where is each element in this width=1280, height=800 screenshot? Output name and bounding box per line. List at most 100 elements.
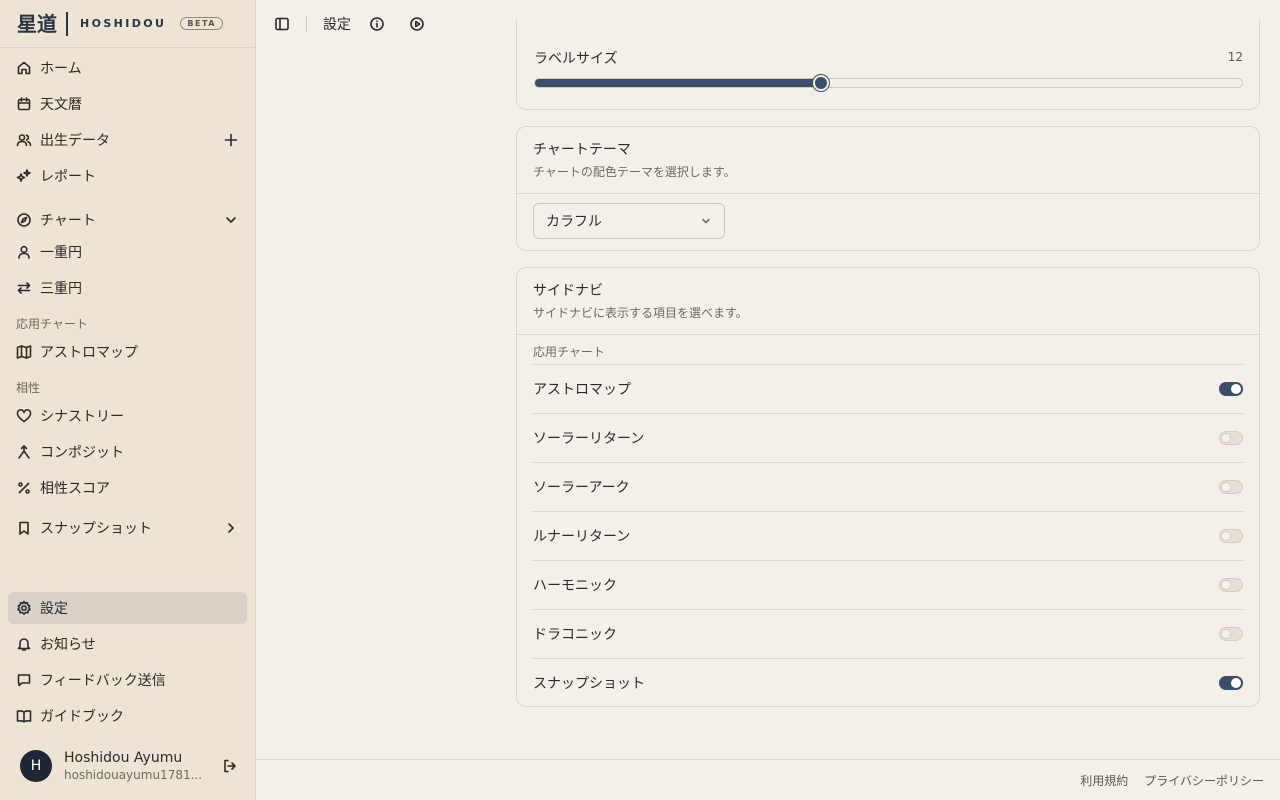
sparkles-icon [16,168,32,184]
side-nav-description: サイドナビに表示する項目を選べます。 [533,306,748,320]
side-nav-option-toggle[interactable] [1219,578,1243,592]
sidebar-item-report[interactable]: レポート [8,160,247,192]
slider-thumb[interactable] [812,75,829,91]
side-nav-group-label: 応用チャート [533,345,605,359]
gear-icon [16,600,32,616]
label-size-card: ラベルサイズ 12 [516,20,1260,110]
plus-icon [224,133,238,147]
sidebar-item-notifications[interactable]: お知らせ [8,628,247,660]
label-size-body: ラベルサイズ 12 [517,48,1259,110]
sidebar-item-synastry[interactable]: シナストリー [8,400,247,432]
side-nav-header: サイドナビ サイドナビに表示する項目を選べます。 [517,268,1259,335]
sidebar-item-birth-data[interactable]: 出生データ [8,124,247,156]
section-label-applied: 応用チャート [16,317,88,331]
brand-name: HOSHIDOU [80,17,167,30]
compass-icon [16,212,32,228]
sidebar-item-settings[interactable]: 設定 [8,592,247,624]
side-nav-option-toggle[interactable] [1219,431,1243,445]
sidebar-item-home[interactable]: ホーム [8,52,247,84]
toggle-knob [1221,580,1231,590]
side-nav-option-row: ソーラーリターン [533,413,1243,462]
info-button[interactable] [365,12,389,36]
sidebar-item-label: お知らせ [40,637,96,653]
terms-link[interactable]: 利用規約 [1080,772,1128,789]
sidebar-item-label: 相性スコア [40,481,110,497]
side-nav-option-toggle[interactable] [1219,529,1243,543]
side-nav-option-toggle[interactable] [1219,676,1243,690]
toggle-knob [1221,629,1231,639]
toggle-knob [1221,531,1231,541]
sidebar: 星道 HOSHIDOU BETA ホーム 天文暦 出生データ レポート チャート… [0,0,256,800]
percent-icon [16,480,32,496]
side-nav-option-label: スナップショット [533,676,645,692]
side-nav-option-toggle[interactable] [1219,382,1243,396]
sidebar-item-label: 設定 [40,601,68,617]
side-nav-option-toggle[interactable] [1219,627,1243,641]
sidebar-item-label: 三重円 [40,281,82,297]
side-nav-option-row: ハーモニック [533,560,1243,609]
map-icon [16,344,32,360]
sidebar-item-feedback[interactable]: フィードバック送信 [8,664,247,696]
side-nav-option-label: ソーラーリターン [533,431,645,447]
user-email: hoshidouayumu1781... [64,768,203,782]
toggle-sidebar-button[interactable] [270,12,294,36]
heart-icon [16,408,32,424]
side-nav-card: サイドナビ サイドナビに表示する項目を選べます。 応用チャート アストロマップソ… [516,267,1260,707]
header-divider [306,16,307,32]
side-nav-option-label: アストロマップ [533,382,631,398]
sidebar-item-astromap[interactable]: アストロマップ [8,336,247,368]
sidebar-item-label: 天文暦 [40,97,82,113]
users-icon [16,132,32,148]
beta-badge: BETA [180,17,223,30]
toggle-knob [1221,433,1231,443]
sidebar-item-compat-score[interactable]: 相性スコア [8,472,247,504]
chart-theme-select[interactable]: カラフル [533,203,725,239]
avatar: H [20,750,52,782]
sidebar-item-label: チャート [40,213,96,229]
brand[interactable]: 星道 HOSHIDOU BETA [0,0,255,48]
sidebar-item-snapshot[interactable]: スナップショット [8,512,247,544]
side-nav-option-row: スナップショット [533,658,1243,707]
label-size-slider[interactable] [534,75,1243,91]
sidebar-item-label: アストロマップ [40,345,138,361]
sidebar-item-chart[interactable]: チャート [8,204,247,236]
sidebar-item-single-wheel[interactable]: 一重円 [8,236,247,268]
add-birth-data-button[interactable] [223,132,239,148]
sidebar-item-label: レポート [40,169,96,185]
bell-icon [16,636,32,652]
merge-icon [16,444,32,460]
sidebar-item-label: ホーム [40,61,82,77]
label-size-value: 12 [1227,50,1243,64]
sidebar-item-label: シナストリー [40,409,124,425]
book-icon [16,708,32,724]
calendar-icon [16,96,32,112]
toggle-knob [1221,482,1231,492]
sidebar-toggle-icon [275,17,289,31]
sidebar-item-triple-wheel[interactable]: 三重円 [8,272,247,304]
sidebar-item-label: コンポジット [40,445,124,461]
user-profile[interactable]: H Hoshidou Ayumu hoshidouayumu1781... [20,750,240,782]
sidebar-item-composite[interactable]: コンポジット [8,436,247,468]
sidebar-item-label: スナップショット [40,521,152,537]
play-tutorial-button[interactable] [405,12,429,36]
sidebar-item-label: フィードバック送信 [40,673,166,689]
logout-icon[interactable] [222,758,238,774]
side-nav-option-toggle[interactable] [1219,480,1243,494]
user-name: Hoshidou Ayumu [64,750,183,766]
sidebar-item-ephemeris[interactable]: 天文暦 [8,88,247,120]
side-nav-option-row: アストロマップ [533,364,1243,413]
chevron-down-icon[interactable] [223,212,239,228]
home-icon [16,60,32,76]
brand-logo: 星道 [17,11,68,36]
chevron-right-icon[interactable] [223,520,239,536]
privacy-link[interactable]: プライバシーポリシー [1144,772,1264,789]
side-nav-option-row: ソーラーアーク [533,462,1243,511]
arrows-icon [16,280,32,296]
side-nav-option-row: ドラコニック [533,609,1243,658]
chart-theme-header: チャートテーマ チャートの配色テーマを選択します。 [517,127,1259,194]
side-nav-option-label: ドラコニック [533,627,617,643]
info-icon [370,17,384,31]
message-icon [16,672,32,688]
sidebar-item-guidebook[interactable]: ガイドブック [8,700,247,732]
sidebar-item-label: ガイドブック [40,709,124,725]
